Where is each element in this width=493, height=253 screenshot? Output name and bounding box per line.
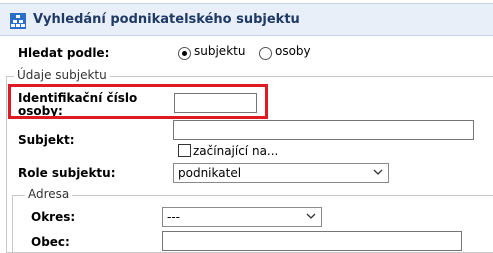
chevron-down-icon [373,169,383,175]
role-selected-value: podnikatel [178,166,242,180]
role-label: Role subjektu: [18,166,116,180]
municipality-input[interactable] [162,231,462,251]
panel-title: Vyhledání podnikatelského subjektu [33,12,300,27]
radio-subject-label[interactable]: subjektu [194,44,245,58]
chevron-down-icon [306,213,316,219]
search-by-label: Hledat podle: [18,46,110,60]
district-label: Okres: [31,210,76,224]
municipality-label: Obec: [31,235,70,249]
panel-header: Vyhledání podnikatelského subjektu [0,3,493,36]
address-legend: Adresa [25,187,73,201]
radio-person-label[interactable]: osoby [275,44,311,58]
district-select[interactable]: --- [162,207,322,227]
starts-with-label[interactable]: začínající na... [193,144,278,158]
org-tree-icon [10,13,26,29]
radio-subject[interactable] [178,47,191,60]
subject-input[interactable] [173,120,474,140]
subject-label: Subjekt: [18,133,75,147]
highlight-box [8,84,268,119]
role-select[interactable]: podnikatel [173,163,389,183]
starts-with-checkbox[interactable] [178,144,191,157]
radio-person[interactable] [259,47,272,60]
subject-legend: Údaje subjektu [14,68,110,82]
district-selected-value: --- [167,210,180,224]
